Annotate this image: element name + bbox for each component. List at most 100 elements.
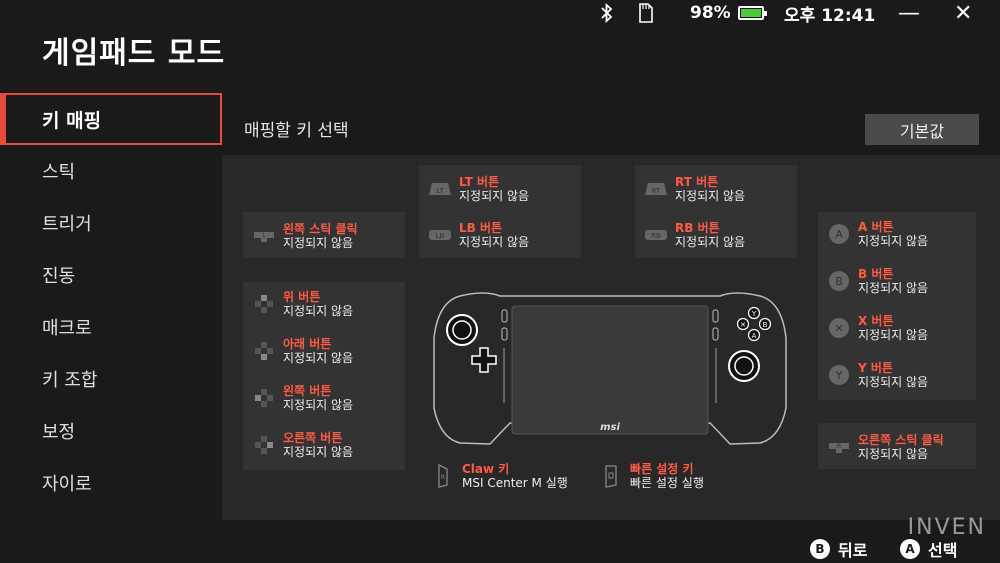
- device-x-glyph: ✕: [740, 321, 746, 329]
- dpad-right-value: 지정되지 않음: [283, 445, 354, 459]
- bluetooth-icon: [600, 0, 614, 26]
- sidebar-item-vibration[interactable]: 진동: [0, 249, 222, 301]
- dpad-up-icon: [251, 291, 277, 317]
- rb-label: RB 버튼: [675, 221, 720, 235]
- battery-percent: 98%: [690, 3, 731, 23]
- mapping-panel: L 왼쪽 스틱 클릭 지정되지 않음 LT LT 버튼 지정되지 않음 LB L…: [222, 155, 1000, 520]
- sidebar-item-stick[interactable]: 스틱: [0, 145, 222, 197]
- sidebar-item-gyro[interactable]: 자이로: [0, 457, 222, 509]
- lt-icon: LT: [427, 176, 453, 202]
- face-buttons-card: A A 버튼 지정되지 않음 B B 버튼 지정되지 않음 ✕ X 버튼 지정되…: [818, 212, 976, 400]
- claw-key-label: Claw 키: [462, 462, 510, 476]
- y-button-label: Y 버튼: [858, 361, 893, 375]
- back-label: 뒤로: [838, 541, 868, 560]
- dpad-down-value: 지정되지 않음: [283, 351, 354, 365]
- dpad-up-value: 지정되지 않음: [283, 304, 354, 318]
- lt-button-row[interactable]: LT LT 버튼 지정되지 않음: [419, 175, 581, 203]
- y-button-icon: Y: [826, 362, 852, 388]
- right-shoulder-card: RT RT 버튼 지정되지 않음 RB RB 버튼 지정되지 않음: [635, 165, 797, 258]
- device-brand-logo: msi: [600, 422, 620, 433]
- x-button-row[interactable]: ✕ X 버튼 지정되지 않음: [818, 314, 976, 342]
- sidebar-item-key-combo[interactable]: 키 조합: [0, 353, 222, 405]
- a-button-label: A 버튼: [858, 220, 894, 234]
- claw-key-item[interactable]: R Claw 키 MSI Center M 실행: [430, 462, 590, 490]
- rb-icon-text: RB: [651, 232, 661, 240]
- x-button-icon: ✕: [826, 315, 852, 341]
- claw-key-icon: R: [430, 463, 456, 489]
- b-button-value: 지정되지 않음: [858, 281, 929, 295]
- rt-label: RT 버튼: [675, 175, 719, 189]
- dpad-down-icon: [251, 338, 277, 364]
- b-button-icon: B: [826, 268, 852, 294]
- x-icon-text: ✕: [834, 322, 843, 335]
- section-title: 매핑할 키 선택: [244, 121, 349, 141]
- device-y-glyph: Y: [751, 310, 757, 318]
- sidebar-item-macro[interactable]: 매크로: [0, 301, 222, 353]
- lb-value: 지정되지 않음: [459, 235, 530, 249]
- x-button-label: X 버튼: [858, 314, 894, 328]
- dpad-card: 위 버튼 지정되지 않음 아래 버튼 지정되지 않음 왼쪽 버튼 지정되지 않음: [243, 282, 405, 470]
- dpad-down-label: 아래 버튼: [283, 337, 332, 351]
- a-icon-text: A: [835, 228, 843, 241]
- device-a-glyph: A: [752, 332, 757, 340]
- lb-icon-text: LB: [436, 232, 445, 240]
- back-hint[interactable]: B 뒤로: [810, 537, 867, 561]
- rt-icon-text: RT: [652, 187, 661, 195]
- battery-level: [741, 9, 761, 17]
- close-button[interactable]: ✕: [954, 0, 972, 26]
- rb-button-row[interactable]: RB RB 버튼 지정되지 않음: [635, 221, 797, 249]
- battery-icon: [732, 0, 767, 26]
- dpad-right-icon: [251, 432, 277, 458]
- dpad-left-value: 지정되지 않음: [283, 398, 354, 412]
- y-button-row[interactable]: Y Y 버튼 지정되지 않음: [818, 361, 976, 389]
- y-icon-text: Y: [835, 369, 843, 382]
- right-stick-click-card[interactable]: R 오른쪽 스틱 클릭 지정되지 않음: [818, 423, 976, 469]
- a-button-row[interactable]: A A 버튼 지정되지 않음: [818, 220, 976, 248]
- quick-settings-key-item[interactable]: 빠른 설정 키 빠른 설정 실행: [598, 462, 758, 490]
- right-stick-click-label: 오른쪽 스틱 클릭: [858, 433, 944, 447]
- minimize-button[interactable]: —: [898, 0, 920, 26]
- rt-icon: RT: [643, 176, 669, 202]
- dpad-up-row[interactable]: 위 버튼 지정되지 않음: [243, 290, 405, 318]
- svg-text:R: R: [837, 443, 841, 450]
- a-button-hint-icon: A: [900, 539, 920, 559]
- rt-button-row[interactable]: RT RT 버튼 지정되지 않음: [635, 175, 797, 203]
- rb-icon: RB: [643, 222, 669, 248]
- b-button-hint-icon: B: [810, 539, 830, 559]
- dpad-up-label: 위 버튼: [283, 290, 321, 304]
- dpad-down-row[interactable]: 아래 버튼 지정되지 않음: [243, 337, 405, 365]
- b-icon-text: B: [835, 275, 843, 288]
- select-hint[interactable]: A 선택: [900, 537, 957, 561]
- lb-button-row[interactable]: LB LB 버튼 지정되지 않음: [419, 221, 581, 249]
- x-button-value: 지정되지 않음: [858, 328, 929, 342]
- sidebar-item-trigger[interactable]: 트리거: [0, 197, 222, 249]
- b-button-row[interactable]: B B 버튼 지정되지 않음: [818, 267, 976, 295]
- left-shoulder-card: LT LT 버튼 지정되지 않음 LB LB 버튼 지정되지 않음: [419, 165, 581, 258]
- quick-settings-key-value: 빠른 설정 실행: [630, 476, 704, 490]
- device-illustration: msi Y ✕ B A: [430, 288, 790, 448]
- dpad-left-label: 왼쪽 버튼: [283, 384, 332, 398]
- lt-icon-text: LT: [436, 187, 444, 195]
- lb-icon: LB: [427, 222, 453, 248]
- rt-value: 지정되지 않음: [675, 189, 746, 203]
- y-button-value: 지정되지 않음: [858, 375, 929, 389]
- left-stick-click-icon: L: [251, 223, 277, 249]
- sd-card-icon: [638, 0, 654, 26]
- sidebar-item-key-mapping[interactable]: 키 매핑: [0, 93, 222, 145]
- reset-default-button[interactable]: 기본값: [865, 114, 979, 145]
- svg-text:R: R: [441, 474, 445, 481]
- left-stick-click-card[interactable]: L 왼쪽 스틱 클릭 지정되지 않음: [243, 212, 405, 258]
- left-stick-click-value: 지정되지 않음: [283, 236, 354, 250]
- quick-settings-key-label: 빠른 설정 키: [630, 462, 694, 476]
- quick-settings-key-icon: [598, 463, 624, 489]
- dpad-right-label: 오른쪽 버튼: [283, 431, 343, 445]
- dpad-left-row[interactable]: 왼쪽 버튼 지정되지 않음: [243, 384, 405, 412]
- lt-label: LT 버튼: [459, 175, 500, 189]
- left-stick-click-label: 왼쪽 스틱 클릭: [283, 222, 358, 236]
- sidebar-item-calibration[interactable]: 보정: [0, 405, 222, 457]
- select-label: 선택: [928, 541, 958, 560]
- a-button-value: 지정되지 않음: [858, 234, 929, 248]
- lt-value: 지정되지 않음: [459, 189, 530, 203]
- right-stick-click-value: 지정되지 않음: [858, 447, 929, 461]
- dpad-right-row[interactable]: 오른쪽 버튼 지정되지 않음: [243, 431, 405, 459]
